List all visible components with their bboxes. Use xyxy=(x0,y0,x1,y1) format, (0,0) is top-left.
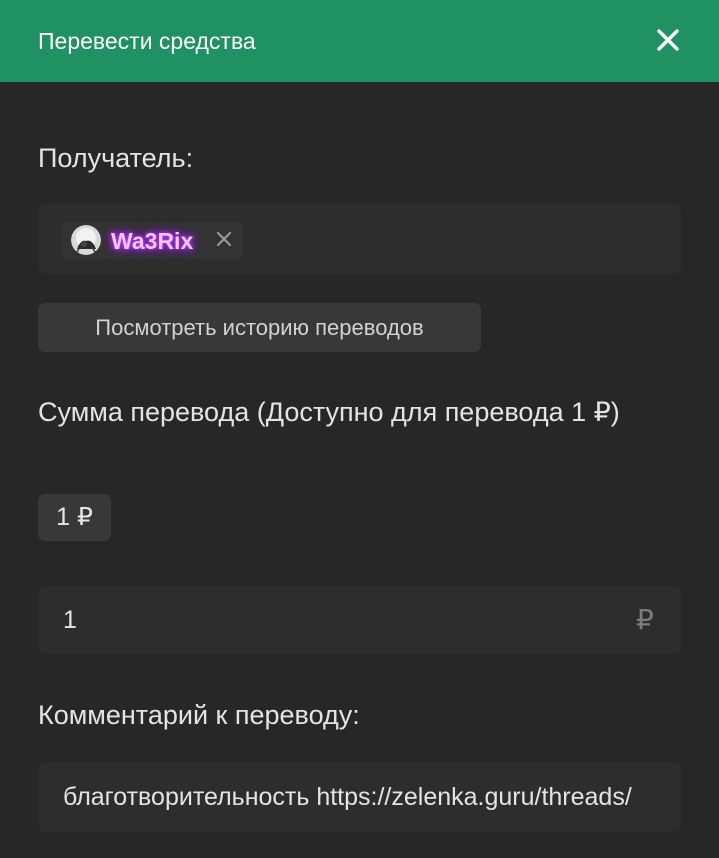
amount-value[interactable]: 1 xyxy=(63,604,77,636)
ruble-currency-icon: ₽ xyxy=(636,604,654,635)
dialog-title: Перевести средства xyxy=(38,28,256,54)
comment-value[interactable]: благотворительность https://zelenka.guru… xyxy=(63,781,632,813)
view-transfer-history-button[interactable]: Посмотреть историю переводов xyxy=(38,303,481,352)
avatar xyxy=(71,225,101,255)
recipient-name[interactable]: Wa3Rix xyxy=(111,226,193,256)
amount-input[interactable] xyxy=(38,586,681,654)
comment-label: Комментарий к переводу: xyxy=(38,700,360,730)
recipient-label: Получатель: xyxy=(38,143,194,173)
dialog-body xyxy=(0,82,719,858)
quick-amount-button[interactable]: 1 ₽ xyxy=(38,494,111,541)
close-icon xyxy=(657,29,679,51)
dialog-header: Перевести средства xyxy=(0,0,719,82)
remove-x-icon xyxy=(216,231,232,247)
close-button[interactable] xyxy=(650,22,686,58)
amount-label: Сумма перевода (Доступно для перевода 1 … xyxy=(38,397,620,427)
remove-recipient-button[interactable] xyxy=(214,229,234,249)
comment-input[interactable]: благотворительность https://zelenka.guru… xyxy=(38,762,681,832)
